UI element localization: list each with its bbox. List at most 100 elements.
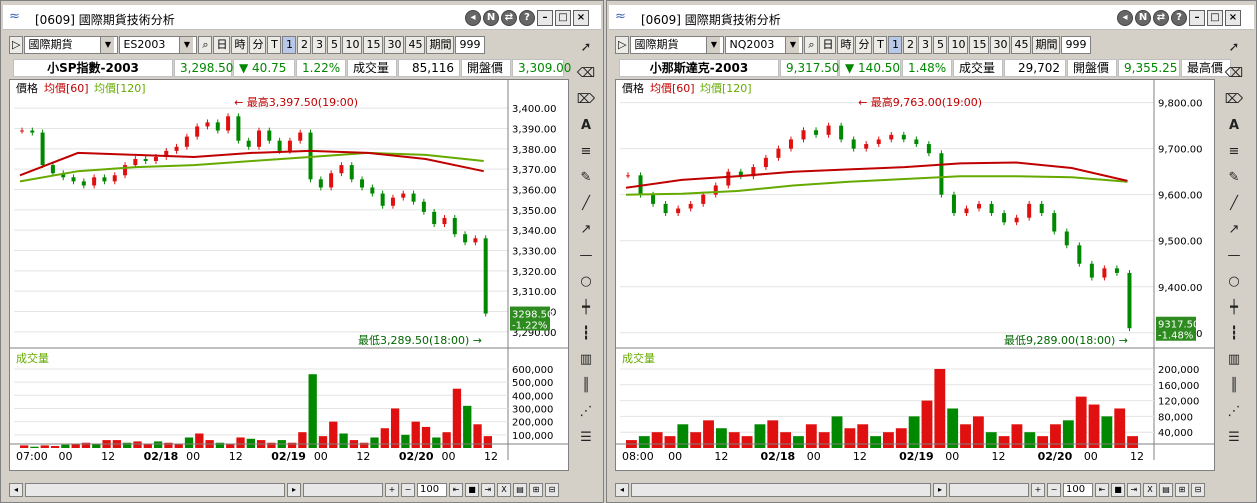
tf-day[interactable]: 日	[819, 36, 837, 54]
tf-hour[interactable]: 時	[837, 36, 855, 54]
fan-tool-icon[interactable]: ⋰	[576, 401, 596, 423]
zoom-out-icon[interactable]: −	[1047, 483, 1061, 497]
chart-icon[interactable]: ⊞	[529, 483, 543, 497]
tf-3[interactable]: 3	[312, 36, 327, 54]
palette-icon[interactable]: ✎	[576, 167, 596, 189]
line-tool-icon[interactable]: ╱	[1224, 193, 1244, 215]
tf-2[interactable]: 2	[297, 36, 312, 54]
link-icon[interactable]: ⇄	[501, 10, 517, 26]
zoom-level[interactable]: 100	[417, 483, 447, 497]
market-select[interactable]: 國際期貨 ▼	[630, 36, 725, 54]
candle-style-icon[interactable]: ┇	[576, 323, 596, 345]
stop-icon[interactable]: ■	[1111, 483, 1125, 497]
tf-5[interactable]: 5	[327, 36, 342, 54]
layout-icon[interactable]: ⊟	[1191, 483, 1205, 497]
bar-chart-icon[interactable]: ▥	[576, 349, 596, 371]
tf-5[interactable]: 5	[933, 36, 948, 54]
minimize-button[interactable]: –	[1189, 10, 1205, 26]
tf-minute[interactable]: 分	[855, 36, 873, 54]
candle-icon[interactable]: ┿	[576, 297, 596, 319]
news-icon[interactable]: N	[483, 10, 499, 26]
tf-3[interactable]: 3	[918, 36, 933, 54]
zoom-in-icon[interactable]: +	[385, 483, 399, 497]
palette-icon[interactable]: ✎	[1224, 167, 1244, 189]
tf-tick[interactable]: T	[267, 36, 282, 54]
tf-2[interactable]: 2	[903, 36, 918, 54]
chart-area[interactable]: 價格 均價[60] 均價[120] 3,400.00 3,390.00 3,380.00 3…	[9, 79, 569, 471]
price-volume-chart[interactable]: 價格 均價[60] 均價[120] 9,800.00 9,700.00 9,600.00 9…	[616, 80, 1214, 470]
close-button[interactable]: ×	[1225, 10, 1241, 26]
market-select[interactable]: 國際期貨 ▼	[24, 36, 119, 54]
arrow-tool-icon[interactable]: ↗	[576, 219, 596, 241]
arrow-tool-icon[interactable]: ↗	[1224, 219, 1244, 241]
back-icon[interactable]: ◂	[1117, 10, 1133, 26]
zoom-in-icon[interactable]: +	[1031, 483, 1045, 497]
link-icon[interactable]: ⇄	[1153, 10, 1169, 26]
fibonacci-icon[interactable]: ☰	[576, 427, 596, 449]
chart-area[interactable]: 價格 均價[60] 均價[120] 9,800.00 9,700.00 9,600.00 9…	[615, 79, 1215, 471]
first-page-icon[interactable]: ⇤	[1095, 483, 1109, 497]
tf-30[interactable]: 30	[990, 36, 1011, 54]
candle-style-icon[interactable]: ┇	[1224, 323, 1244, 345]
save-icon[interactable]: ▤	[513, 483, 527, 497]
horizontal-line-icon[interactable]: —	[576, 245, 596, 267]
chart-icon[interactable]: ⊞	[1175, 483, 1189, 497]
text-tool-icon[interactable]: A	[576, 115, 596, 137]
excel-icon[interactable]: X	[497, 483, 511, 497]
symbol-select[interactable]: NQ2003 ▼	[725, 36, 804, 54]
tf-45[interactable]: 45	[405, 36, 426, 54]
scroll-left-icon[interactable]: ◂	[615, 483, 629, 497]
tf-tick[interactable]: T	[873, 36, 888, 54]
tf-10[interactable]: 10	[342, 36, 363, 54]
tf-15[interactable]: 15	[969, 36, 990, 54]
tf-30[interactable]: 30	[384, 36, 405, 54]
next-page-icon[interactable]: ⇥	[481, 483, 495, 497]
scroll-left-icon[interactable]: ◂	[9, 483, 23, 497]
fibonacci-icon[interactable]: ☰	[1224, 427, 1244, 449]
eraser-all-icon[interactable]: ⌦	[1224, 89, 1244, 111]
tf-day[interactable]: 日	[213, 36, 231, 54]
search-icon[interactable]: ⌕	[198, 36, 213, 54]
tf-hour[interactable]: 時	[231, 36, 249, 54]
period-input[interactable]: 999	[455, 36, 486, 54]
zoom-slider[interactable]	[303, 483, 383, 497]
play-icon[interactable]: ▷	[9, 36, 24, 54]
maximize-button[interactable]: □	[1207, 10, 1223, 26]
text-tool-icon[interactable]: A	[1224, 115, 1244, 137]
horizontal-lines-icon[interactable]: ≡	[1224, 141, 1244, 163]
back-icon[interactable]: ◂	[465, 10, 481, 26]
scroll-right-icon[interactable]: ▸	[287, 483, 301, 497]
zoom-out-icon[interactable]: −	[401, 483, 415, 497]
excel-icon[interactable]: X	[1143, 483, 1157, 497]
zoom-level[interactable]: 100	[1063, 483, 1093, 497]
tf-1[interactable]: 1	[888, 36, 903, 54]
horizontal-scrollbar[interactable]	[25, 483, 285, 497]
circle-tool-icon[interactable]: ○	[576, 271, 596, 293]
candle-icon[interactable]: ┿	[1224, 297, 1244, 319]
pointer-icon[interactable]: ➚	[1224, 37, 1244, 59]
fan-tool-icon[interactable]: ⋰	[1224, 401, 1244, 423]
first-page-icon[interactable]: ⇤	[449, 483, 463, 497]
tf-15[interactable]: 15	[363, 36, 384, 54]
circle-tool-icon[interactable]: ○	[1224, 271, 1244, 293]
eraser-all-icon[interactable]: ⌦	[576, 89, 596, 111]
tf-45[interactable]: 45	[1011, 36, 1032, 54]
tf-10[interactable]: 10	[948, 36, 969, 54]
volume-bars-icon[interactable]: ║	[576, 375, 596, 397]
tf-1[interactable]: 1	[282, 36, 297, 54]
line-tool-icon[interactable]: ╱	[576, 193, 596, 215]
bar-chart-icon[interactable]: ▥	[1224, 349, 1244, 371]
horizontal-scrollbar[interactable]	[631, 483, 931, 497]
pointer-icon[interactable]: ➚	[576, 37, 596, 59]
price-volume-chart[interactable]: 價格 均價[60] 均價[120] 3,400.00 3,390.00 3,380.00 3…	[10, 80, 568, 470]
eraser-icon[interactable]: ⌫	[576, 63, 596, 85]
horizontal-lines-icon[interactable]: ≡	[576, 141, 596, 163]
scroll-right-icon[interactable]: ▸	[933, 483, 947, 497]
symbol-select[interactable]: ES2003 ▼	[119, 36, 198, 54]
next-page-icon[interactable]: ⇥	[1127, 483, 1141, 497]
minimize-button[interactable]: –	[537, 10, 553, 26]
period-input[interactable]: 999	[1061, 36, 1092, 54]
tf-minute[interactable]: 分	[249, 36, 267, 54]
eraser-icon[interactable]: ⌫	[1224, 63, 1244, 85]
horizontal-line-icon[interactable]: —	[1224, 245, 1244, 267]
